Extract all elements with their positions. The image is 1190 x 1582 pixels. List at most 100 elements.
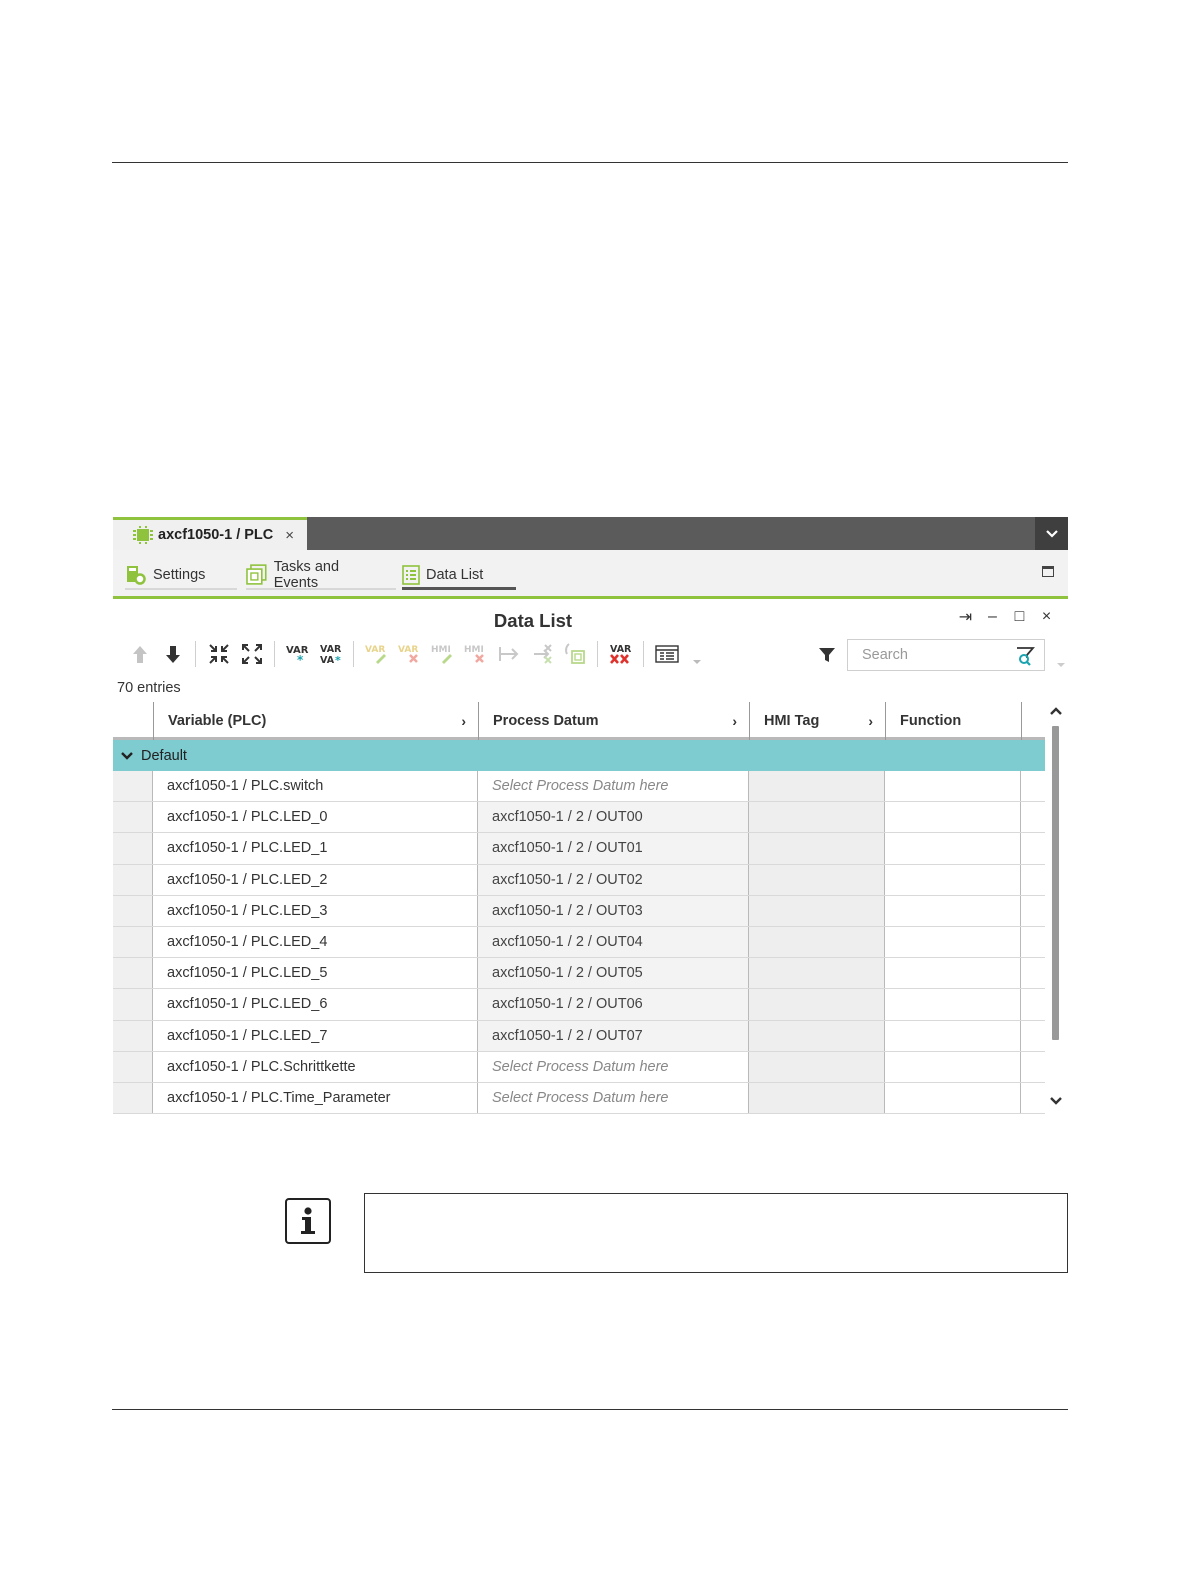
hmi-tag-cell[interactable] xyxy=(749,802,885,833)
table-row[interactable]: axcf1050-1 / PLC.Schrittkette Select Proc… xyxy=(113,1051,1045,1083)
variable-cell[interactable]: axcf1050-1 / PLC.LED_0 xyxy=(153,802,478,833)
search-options-dropdown[interactable] xyxy=(1057,663,1065,667)
process-datum-cell[interactable]: Select Process Datum here xyxy=(478,1082,749,1114)
variable-cell[interactable]: axcf1050-1 / PLC.Time_Parameter xyxy=(153,1082,478,1114)
chevron-right-icon[interactable]: › xyxy=(461,713,466,729)
table-row[interactable]: axcf1050-1 / PLC.LED_1 axcf1050-1 / 2 / O… xyxy=(113,833,1045,865)
search-input[interactable]: Search xyxy=(847,639,1045,671)
extra-cell[interactable] xyxy=(1021,958,1045,989)
table-row[interactable]: axcf1050-1 / PLC.LED_0 axcf1050-1 / 2 / O… xyxy=(113,802,1045,834)
extra-cell[interactable] xyxy=(1021,989,1045,1020)
process-datum-cell[interactable]: axcf1050-1 / 2 / OUT06 xyxy=(478,989,749,1020)
variable-cell[interactable]: axcf1050-1 / PLC.Schrittkette xyxy=(153,1051,478,1082)
tab-data-list[interactable]: Data List xyxy=(402,562,516,590)
function-cell[interactable] xyxy=(885,1020,1021,1051)
function-cell[interactable] xyxy=(885,771,1021,802)
hmi-tag-cell[interactable] xyxy=(749,771,885,802)
extra-cell[interactable] xyxy=(1021,1082,1045,1114)
table-row[interactable]: axcf1050-1 / PLC.LED_5 axcf1050-1 / 2 / O… xyxy=(113,958,1045,990)
column-header-hmi-tag[interactable]: HMI Tag › xyxy=(749,702,885,740)
process-datum-cell[interactable]: axcf1050-1 / 2 / OUT07 xyxy=(478,1020,749,1051)
scroll-down-icon[interactable] xyxy=(1049,1096,1063,1106)
extra-cell[interactable] xyxy=(1021,1051,1045,1082)
table-row[interactable]: axcf1050-1 / PLC.LED_6 axcf1050-1 / 2 / O… xyxy=(113,989,1045,1021)
function-cell[interactable] xyxy=(885,958,1021,989)
copy-button[interactable] xyxy=(558,639,591,669)
hmi-tag-cell[interactable] xyxy=(749,833,885,864)
delete-hmi-tag-button[interactable]: HMI xyxy=(459,639,492,669)
row-header-cell[interactable] xyxy=(113,833,153,864)
process-datum-cell[interactable]: axcf1050-1 / 2 / OUT01 xyxy=(478,833,749,864)
close-icon[interactable]: × xyxy=(1039,608,1054,626)
scroll-up-icon[interactable] xyxy=(1049,706,1063,716)
variable-cell[interactable]: axcf1050-1 / PLC.LED_7 xyxy=(153,1020,478,1051)
scrollbar-thumb[interactable] xyxy=(1052,726,1059,1040)
group-row-default[interactable]: Default xyxy=(113,740,1045,771)
hmi-tag-cell[interactable] xyxy=(749,989,885,1020)
row-header-cell[interactable] xyxy=(113,1082,153,1114)
row-header-cell[interactable] xyxy=(113,771,153,802)
delete-variable-button[interactable]: VAR xyxy=(393,639,426,669)
column-header-function[interactable]: Function xyxy=(885,702,1021,740)
move-up-button[interactable] xyxy=(123,639,156,669)
extra-cell[interactable] xyxy=(1021,802,1045,833)
tab-tasks-and-events[interactable]: Tasks and Events xyxy=(246,559,396,591)
maximize-editor-button[interactable] xyxy=(1042,566,1054,577)
variable-cell[interactable]: axcf1050-1 / PLC.switch xyxy=(153,771,478,802)
edit-hmi-tag-button[interactable]: HMI xyxy=(426,639,459,669)
extra-cell[interactable] xyxy=(1021,864,1045,895)
document-tab-plc[interactable]: axcf1050-1 / PLC × xyxy=(113,517,307,550)
function-cell[interactable] xyxy=(885,989,1021,1020)
filter-icon[interactable] xyxy=(818,646,836,664)
search-filter-icon[interactable] xyxy=(1015,646,1035,666)
process-datum-cell[interactable]: axcf1050-1 / 2 / OUT04 xyxy=(478,926,749,958)
maximize-icon[interactable]: □ xyxy=(1012,608,1027,626)
process-datum-cell[interactable]: axcf1050-1 / 2 / OUT02 xyxy=(478,864,749,895)
tab-settings[interactable]: Settings xyxy=(125,562,237,590)
minimize-icon[interactable]: – xyxy=(985,608,1000,626)
function-cell[interactable] xyxy=(885,895,1021,926)
variable-cell[interactable]: axcf1050-1 / PLC.LED_2 xyxy=(153,864,478,895)
chevron-right-icon[interactable]: › xyxy=(732,713,737,729)
hmi-tag-cell[interactable] xyxy=(749,895,885,926)
column-settings-button[interactable] xyxy=(650,639,683,669)
column-header-variable[interactable]: Variable (PLC) › xyxy=(153,702,478,740)
process-datum-cell[interactable]: axcf1050-1 / 2 / OUT00 xyxy=(478,802,749,833)
row-header-cell[interactable] xyxy=(113,989,153,1020)
variable-cell[interactable]: axcf1050-1 / PLC.LED_5 xyxy=(153,958,478,989)
variable-cell[interactable]: axcf1050-1 / PLC.LED_6 xyxy=(153,989,478,1020)
hmi-tag-cell[interactable] xyxy=(749,1020,885,1051)
tab-list-dropdown-button[interactable] xyxy=(1035,517,1068,550)
collapse-all-button[interactable] xyxy=(202,639,235,669)
variable-cell[interactable]: axcf1050-1 / PLC.LED_3 xyxy=(153,895,478,926)
table-row[interactable]: axcf1050-1 / PLC.LED_3 axcf1050-1 / 2 / O… xyxy=(113,895,1045,927)
hmi-tag-cell[interactable] xyxy=(749,864,885,895)
row-header-cell[interactable] xyxy=(113,958,153,989)
hmi-tag-cell[interactable] xyxy=(749,926,885,958)
function-cell[interactable] xyxy=(885,802,1021,833)
edit-variable-button[interactable]: VAR xyxy=(360,639,393,669)
process-datum-cell[interactable]: axcf1050-1 / 2 / OUT03 xyxy=(478,895,749,926)
process-datum-cell[interactable]: Select Process Datum here xyxy=(478,1051,749,1082)
extra-cell[interactable] xyxy=(1021,771,1045,802)
hmi-tag-cell[interactable] xyxy=(749,1051,885,1082)
table-row[interactable]: axcf1050-1 / PLC.switch Select Process Da… xyxy=(113,771,1045,803)
extra-cell[interactable] xyxy=(1021,895,1045,926)
extra-cell[interactable] xyxy=(1021,926,1045,958)
row-header-cell[interactable] xyxy=(113,864,153,895)
table-row[interactable]: axcf1050-1 / PLC.Time_Parameter Select Pr… xyxy=(113,1082,1045,1115)
pin-icon[interactable]: ⇥ xyxy=(958,607,973,627)
column-header-process-datum[interactable]: Process Datum › xyxy=(478,702,749,740)
process-datum-cell[interactable]: Select Process Datum here xyxy=(478,771,749,802)
vertical-scrollbar[interactable] xyxy=(1045,702,1068,1116)
close-tab-icon[interactable]: × xyxy=(285,527,294,544)
extra-cell[interactable] xyxy=(1021,1020,1045,1051)
chevron-right-icon[interactable]: › xyxy=(868,713,873,729)
hmi-tag-cell[interactable] xyxy=(749,958,885,989)
hmi-tag-cell[interactable] xyxy=(749,1082,885,1114)
variable-cell[interactable]: axcf1050-1 / PLC.LED_1 xyxy=(153,833,478,864)
expand-all-button[interactable] xyxy=(235,639,268,669)
process-datum-cell[interactable]: axcf1050-1 / 2 / OUT05 xyxy=(478,958,749,989)
table-row[interactable]: axcf1050-1 / PLC.LED_4 axcf1050-1 / 2 / O… xyxy=(113,926,1045,959)
function-cell[interactable] xyxy=(885,833,1021,864)
